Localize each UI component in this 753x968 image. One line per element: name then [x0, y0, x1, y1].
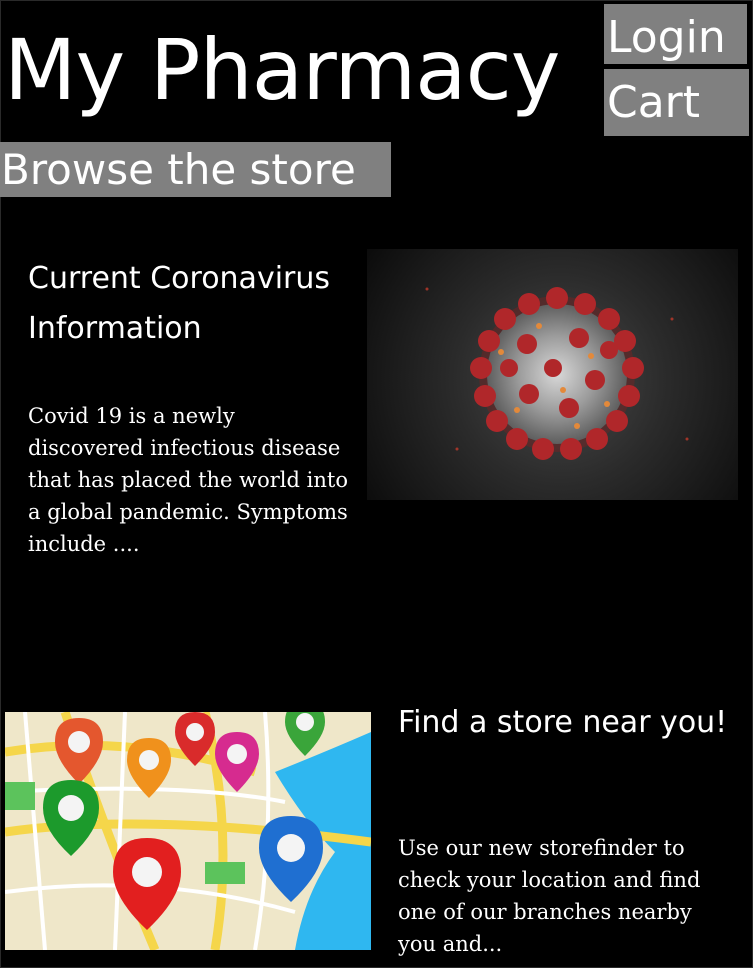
covid-heading: Current Coronavirus Information [28, 261, 331, 346]
browse-store-label: Browse the store [1, 145, 356, 194]
coronavirus-image [367, 249, 738, 500]
store-heading: Find a store near you! [398, 705, 728, 740]
store-body: Use our new storefinder to check your lo… [398, 836, 701, 956]
cart-label: Cart [607, 77, 701, 128]
covid-body: Covid 19 is a newly discovered infectiou… [28, 404, 348, 556]
browse-store-button[interactable]: Browse the store [0, 142, 391, 197]
login-button[interactable]: Login [604, 4, 747, 64]
store-map-image [5, 712, 371, 950]
cart-button[interactable]: Cart [604, 69, 749, 136]
login-label: Login [607, 12, 726, 63]
site-title: My Pharmacy [4, 21, 561, 119]
